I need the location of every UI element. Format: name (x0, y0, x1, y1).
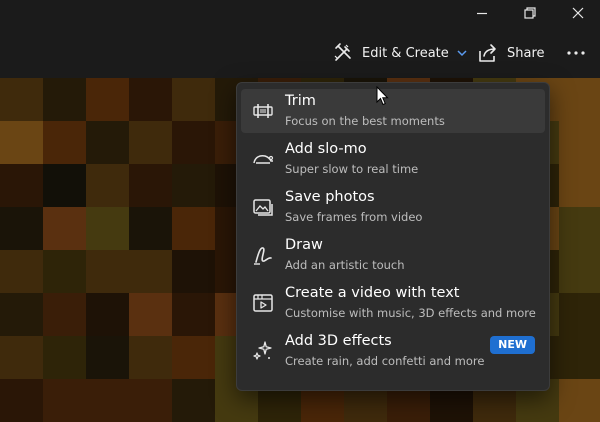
menu-item-video-with-text[interactable]: Create a video with text Customise with … (241, 281, 545, 325)
video-text-icon (253, 294, 273, 312)
photo-pixel (86, 250, 129, 293)
photo-pixel (86, 379, 129, 422)
menu-item-title: Add 3D effects (285, 333, 392, 349)
minimize-icon (477, 12, 487, 15)
photo-pixel (43, 250, 86, 293)
menu-item-subtitle: Super slow to real time (285, 162, 419, 176)
title-bar (0, 0, 600, 26)
photo-pixel (43, 164, 86, 207)
restore-button[interactable] (510, 0, 550, 26)
menu-item-slo-mo[interactable]: Add slo-mo Super slow to real time (241, 137, 545, 181)
photo-pixel (129, 336, 172, 379)
menu-item-title: Trim (285, 93, 316, 109)
mouse-cursor-icon (376, 86, 389, 106)
share-label: Share (507, 45, 545, 61)
menu-item-subtitle: Customise with music, 3D effects and mor… (285, 306, 536, 320)
menu-item-title: Add slo-mo (285, 141, 367, 157)
photo-pixel (86, 207, 129, 250)
share-button[interactable]: Share (477, 38, 545, 68)
photo-pixel (172, 121, 215, 164)
photo-pixel (86, 78, 129, 121)
edit-create-menu: Trim Focus on the best moments Add slo-m… (236, 82, 550, 391)
photo-pixel (0, 336, 43, 379)
restore-icon (524, 7, 536, 19)
menu-item-subtitle: Add an artistic touch (285, 258, 405, 272)
draw-icon (254, 247, 272, 265)
photo-pixel (43, 78, 86, 121)
photo-pixel (559, 293, 600, 336)
close-button[interactable] (558, 0, 598, 26)
menu-item-subtitle: Create rain, add confetti and more (285, 354, 485, 368)
close-icon (572, 7, 584, 19)
slo-mo-icon (253, 155, 274, 164)
photo-pixel (559, 250, 600, 293)
chevron-down-icon (457, 50, 467, 57)
photo-pixel (172, 207, 215, 250)
photo-pixel (559, 78, 600, 121)
photo-pixel (129, 293, 172, 336)
photo-pixel (129, 250, 172, 293)
photo-pixel (86, 336, 129, 379)
photo-pixel (43, 121, 86, 164)
photo-pixel (559, 379, 600, 422)
photo-pixel (43, 207, 86, 250)
menu-item-save-photos[interactable]: Save photos Save frames from video (241, 185, 545, 229)
edit-create-label: Edit & Create (362, 45, 449, 61)
new-badge: NEW (490, 336, 535, 354)
photo-pixel (43, 293, 86, 336)
more-options-button[interactable] (566, 38, 586, 68)
photo-pixel (129, 121, 172, 164)
menu-item-draw[interactable]: Draw Add an artistic touch (241, 233, 545, 277)
photo-pixel (172, 164, 215, 207)
photo-pixel (129, 78, 172, 121)
photo-pixel (129, 379, 172, 422)
photo-pixel (86, 121, 129, 164)
trim-icon (253, 104, 273, 118)
minimize-button[interactable] (462, 0, 502, 26)
photo-pixel (172, 250, 215, 293)
edit-create-button[interactable]: Edit & Create (332, 38, 467, 68)
photo-pixel (559, 207, 600, 250)
menu-item-title: Save photos (285, 189, 375, 205)
photo-pixel (172, 336, 215, 379)
photo-pixel (172, 293, 215, 336)
3d-effects-icon (253, 341, 272, 360)
menu-item-subtitle: Focus on the best moments (285, 114, 445, 128)
photo-pixel (43, 379, 86, 422)
menu-item-title: Create a video with text (285, 285, 460, 301)
more-icon (567, 51, 585, 55)
photo-pixel (559, 336, 600, 379)
menu-item-subtitle: Save frames from video (285, 210, 423, 224)
photo-pixel (86, 293, 129, 336)
photo-pixel (0, 164, 43, 207)
photo-pixel (0, 121, 43, 164)
photo-pixel (43, 336, 86, 379)
share-icon (479, 44, 496, 62)
photo-pixel (0, 293, 43, 336)
save-photos-icon (253, 199, 273, 216)
photo-pixel (129, 207, 172, 250)
photo-pixel (0, 78, 43, 121)
photo-pixel (0, 207, 43, 250)
photo-pixel (0, 379, 43, 422)
photo-pixel (0, 250, 43, 293)
edit-create-icon (334, 43, 351, 61)
toolbar: Edit & Create Share (0, 30, 600, 76)
photo-pixel (559, 121, 600, 164)
menu-item-3d-effects[interactable]: Add 3D effects Create rain, add confetti… (241, 329, 545, 373)
photo-pixel (559, 164, 600, 207)
photo-pixel (172, 78, 215, 121)
menu-item-title: Draw (285, 237, 323, 253)
photo-pixel (172, 379, 215, 422)
photo-pixel (129, 164, 172, 207)
menu-item-trim[interactable]: Trim Focus on the best moments (241, 89, 545, 133)
photo-pixel (86, 164, 129, 207)
